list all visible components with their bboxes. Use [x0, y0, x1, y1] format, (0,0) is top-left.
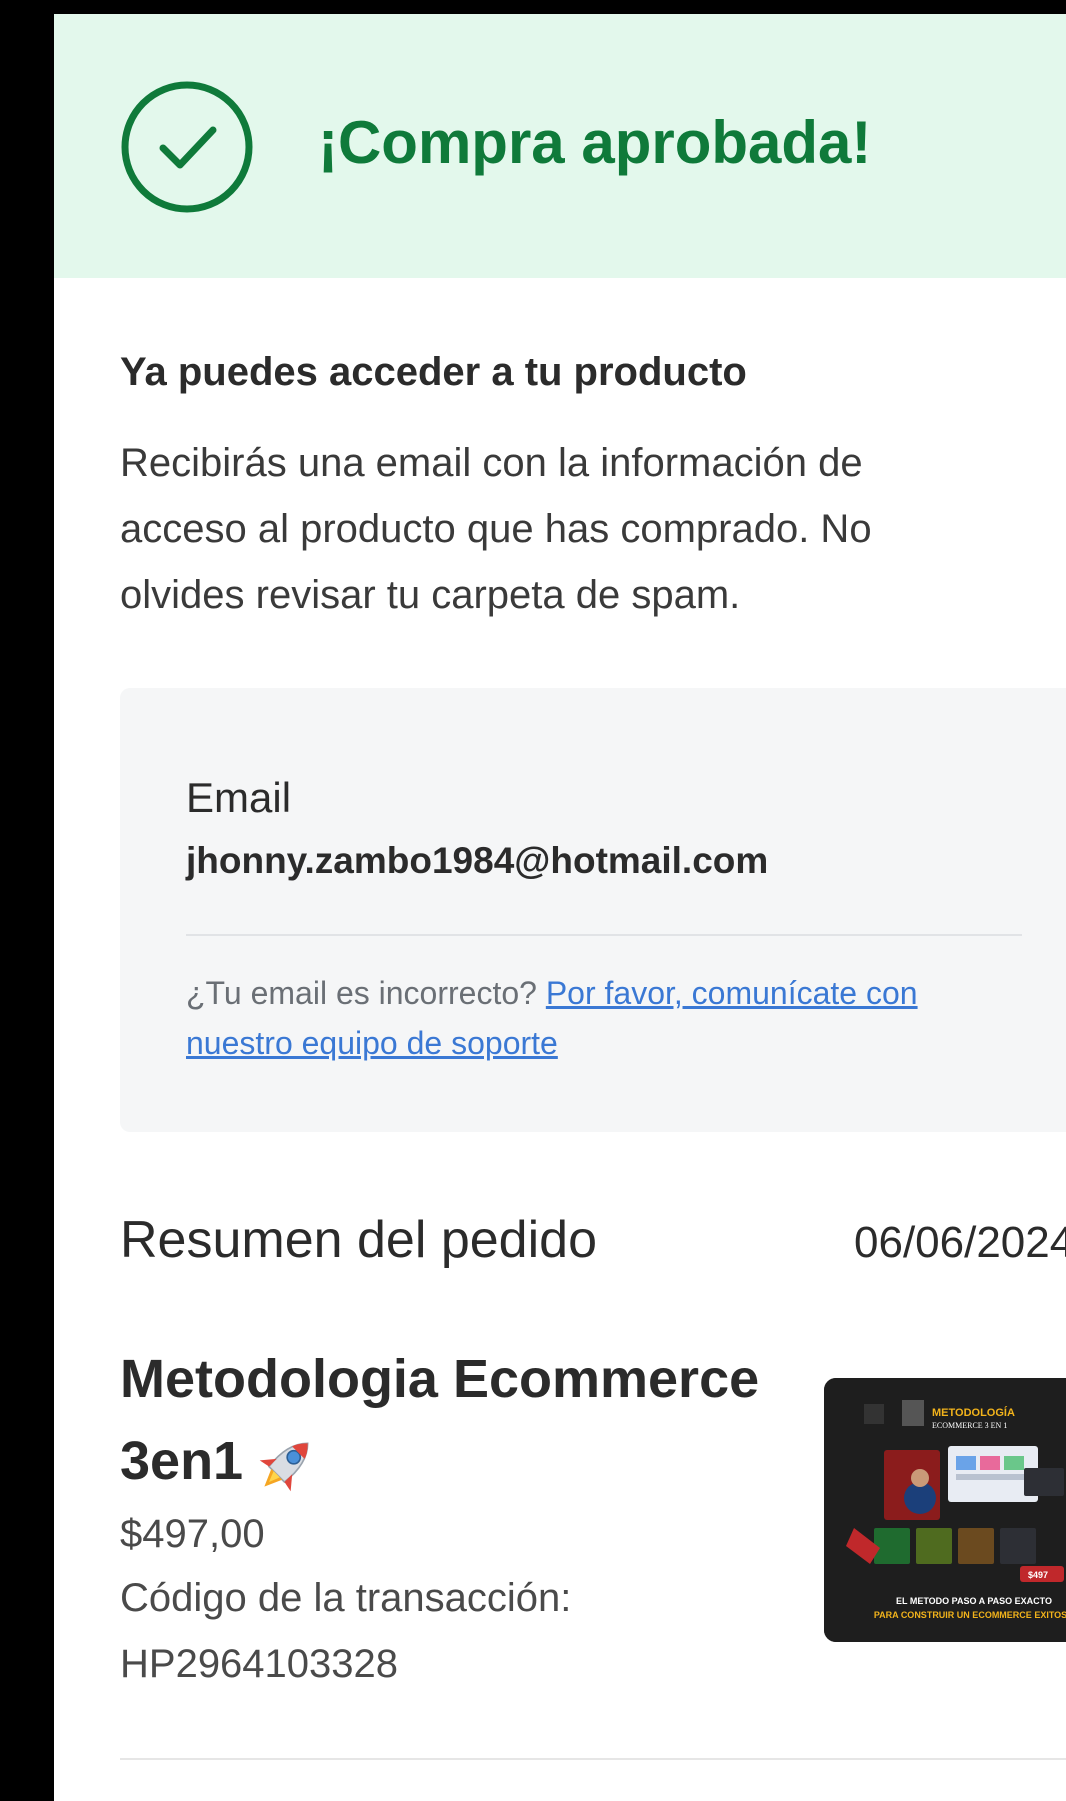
email-label: Email [186, 774, 292, 821]
cover-price: $497 [1028, 1570, 1048, 1580]
product-image: METODOLOGÍA ECOMMERCE 3 EN 1 $497 EL MET… [824, 1378, 1066, 1642]
module-box [916, 1528, 952, 1564]
cover-footer-line2: PARA CONSTRUIR UN ECOMMERCE EXITOSO [874, 1610, 1066, 1620]
access-heading: Ya puedes acceder a tu producto [120, 350, 747, 394]
cover-heading: METODOLOGÍA [932, 1406, 1015, 1419]
divider [120, 1758, 1066, 1760]
cover-subheading: ECOMMERCE 3 EN 1 [932, 1421, 1007, 1430]
product-name-text: Metodologia Ecommerce 3en1 [120, 1349, 760, 1491]
module-box [1000, 1528, 1036, 1564]
check-circle-icon [121, 81, 253, 213]
product-price: $497,00 [120, 1512, 265, 1556]
banner-title: ¡Compra aprobada! [318, 109, 872, 176]
rocket-icon [259, 1442, 309, 1492]
order-date: 06/06/2024 [854, 1218, 1066, 1267]
success-banner: ¡Compra aprobada! [54, 14, 1066, 278]
transaction-code: HP2964103328 [120, 1642, 399, 1686]
cover-footer-line1: EL METODO PASO A PASO EXACTO [896, 1596, 1052, 1606]
logo-mark [902, 1400, 924, 1426]
purchase-confirmation-page: ¡Compra aprobada! Ya puedes acceder a tu… [54, 14, 1066, 1801]
product-name: Metodologia Ecommerce 3en1 [120, 1338, 760, 1502]
email-help-question: ¿Tu email es incorrecto? [186, 975, 537, 1011]
email-value: jhonny.zambo1984@hotmail.com [186, 840, 769, 881]
module-box [874, 1528, 910, 1564]
email-help-text: ¿Tu email es incorrecto? Por favor, comu… [186, 968, 986, 1068]
access-description: Recibirás una email con la información d… [120, 441, 872, 617]
product-cover-graphic: METODOLOGÍA ECOMMERCE 3 EN 1 $497 EL MET… [824, 1378, 1066, 1642]
faded-logo [864, 1404, 884, 1424]
module-box [958, 1528, 994, 1564]
transaction-label: Código de la transacción: [120, 1576, 572, 1620]
email-card: Email jhonny.zambo1984@hotmail.com ¿Tu e… [120, 688, 1066, 1132]
order-summary-title: Resumen del pedido [120, 1211, 597, 1269]
divider [186, 934, 1022, 936]
